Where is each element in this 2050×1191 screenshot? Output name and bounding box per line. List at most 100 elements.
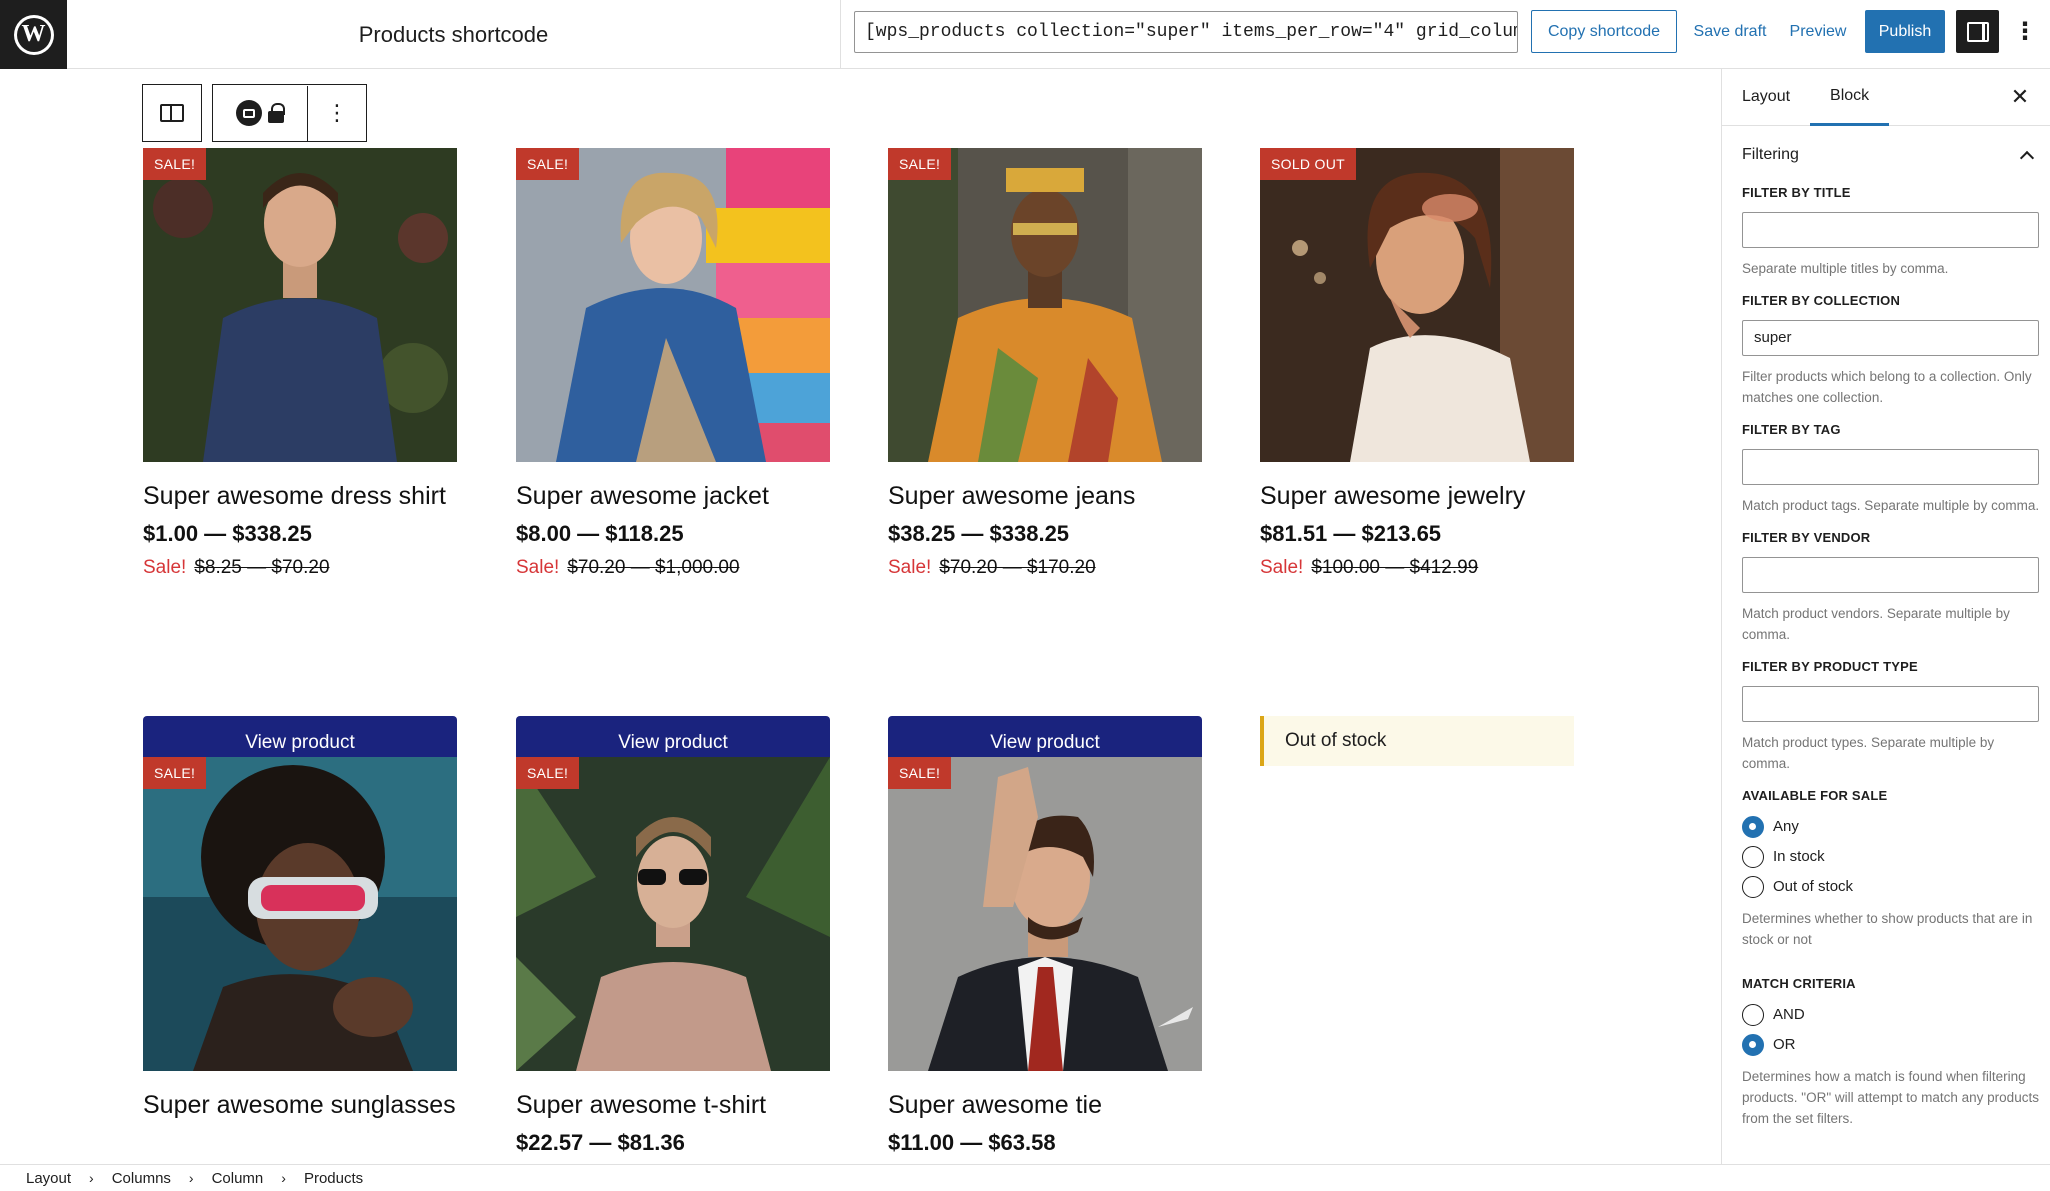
available-for-sale-help: Determines whether to show products that… [1742,911,2033,947]
parent-selector-group [142,84,202,142]
filter-title-help: Separate multiple titles by comma. [1742,261,1949,276]
sale-badge: SALE! [888,148,952,180]
block-toolbar: ⋮ [142,84,367,142]
breadcrumb: Layout › Columns › Column › Products [0,1164,2050,1191]
preview-button[interactable]: Preview [1780,10,1856,53]
settings-toggle-button[interactable] [1956,10,1999,53]
filter-collection-label: FILTER BY COLLECTION [1742,293,1901,308]
product-image[interactable]: SALE! [888,148,1202,462]
original-price: $70.20 — $1,000.00 [567,557,740,578]
sale-price-line: Sale! $100.00 — $412.99 [1260,557,1574,579]
editor-canvas: ⋮ SALE! Super awesome dress shirt $1.00 … [0,69,1721,1164]
sale-label: Sale! [888,557,932,578]
product-price: $22.57 — $81.36 [516,1130,685,1155]
copy-shortcode-button[interactable]: Copy shortcode [1531,10,1677,53]
filtering-panel: FILTER BY TITLE Separate multiple titles… [1722,185,2050,1129]
settings-sidebar: Layout Block ✕ Filtering FILTER BY TITLE… [1721,69,2050,1164]
sidebar-icon [1966,21,1989,42]
product-title[interactable]: Super awesome jeans [888,481,1202,512]
filter-collection-input[interactable]: super [1742,320,2039,356]
product-card: SALE! Super awesome jeans $38.25 — $338.… [888,148,1202,770]
product-title[interactable]: Super awesome dress shirt [143,481,457,512]
filter-tag-label: FILTER BY TAG [1742,422,1841,437]
radio-in-stock[interactable]: In stock [1742,845,2040,868]
breadcrumb-item-products[interactable]: Products [304,1170,363,1187]
filter-collection-help: Filter products which belong to a collec… [1742,369,2032,405]
product-card: SALE! Super awesome jacket $8.00 — $118.… [516,148,830,770]
product-card: SALE! Super awesome dress shirt $1.00 — … [143,148,457,770]
save-draft-button[interactable]: Save draft [1690,10,1770,53]
filter-tag-input[interactable] [1742,449,2039,485]
sale-label: Sale! [1260,557,1304,578]
match-criteria-help: Determines how a match is found when fil… [1742,1069,2039,1126]
block-options-icon[interactable]: ⋮ [308,86,366,141]
sold-out-badge: SOLD OUT [1260,148,1356,180]
close-icon[interactable]: ✕ [2006,83,2034,111]
original-price: $100.00 — $412.99 [1311,557,1479,578]
out-of-stock-notice: Out of stock [1260,716,1574,766]
sale-badge: SALE! [516,148,580,180]
sale-price-line: Sale! $70.20 — $170.20 [888,557,1202,579]
product-price: $81.51 — $213.65 [1260,521,1442,546]
document-title[interactable]: Products shortcode [67,0,841,69]
editor-header: W Products shortcode [wps_products colle… [0,0,2050,69]
product-image[interactable]: SALE! [516,148,830,462]
product-title[interactable]: Super awesome t-shirt [516,1090,830,1121]
panel-title: Filtering [1742,145,1799,163]
product-title[interactable]: Super awesome tie [888,1090,1202,1121]
filter-tag-help: Match product tags. Separate multiple by… [1742,498,2040,513]
radio-any[interactable]: Any [1742,815,2040,838]
filtering-panel-toggle[interactable]: Filtering [1722,126,2050,183]
available-for-sale-label: AVAILABLE FOR SALE [1742,788,1888,803]
product-title[interactable]: Super awesome jacket [516,481,830,512]
product-price: $1.00 — $338.25 [143,521,312,546]
shopping-bag-icon [236,100,262,126]
shortcode-field[interactable]: [wps_products collection="super" items_p… [854,11,1518,53]
sale-badge: SALE! [143,757,207,789]
product-image[interactable]: SALE! [143,757,457,1071]
chevron-right-icon: › [188,1170,194,1186]
product-price: $11.00 — $63.58 [888,1130,1056,1155]
tab-block[interactable]: Block [1810,69,1890,126]
sale-badge: SALE! [888,757,952,789]
filter-title-label: FILTER BY TITLE [1742,185,1851,200]
sale-price-line: Sale! $70.20 — $1,000.00 [516,557,830,579]
breadcrumb-item-columns[interactable]: Columns [112,1170,171,1187]
block-type-button[interactable] [213,86,307,141]
sale-badge: SALE! [143,148,207,180]
product-card: SALE! Super awesome tie $11.00 — $63.58 [888,757,1202,1156]
sale-label: Sale! [143,557,187,578]
block-controls-group: ⋮ [212,84,367,142]
product-price: $38.25 — $338.25 [888,521,1070,546]
product-image[interactable]: SALE! [143,148,457,462]
select-parent-button[interactable] [143,86,201,141]
filter-vendor-input[interactable] [1742,557,2039,593]
original-price: $70.20 — $170.20 [939,557,1096,578]
radio-out-of-stock[interactable]: Out of stock [1742,875,2040,898]
publish-button[interactable]: Publish [1865,10,1945,53]
radio-selected-icon [1742,1033,1764,1056]
filter-type-help: Match product types. Separate multiple b… [1742,735,1995,771]
breadcrumb-item-layout[interactable]: Layout [26,1170,71,1187]
radio-and[interactable]: AND [1742,1003,2040,1026]
product-image[interactable]: SALE! [888,757,1202,1071]
filter-vendor-help: Match product vendors. Separate multiple… [1742,606,2010,642]
filter-type-input[interactable] [1742,686,2039,722]
tab-layout[interactable]: Layout [1722,69,1810,126]
breadcrumb-item-column[interactable]: Column [212,1170,264,1187]
wordpress-logo-button[interactable]: W [0,0,67,69]
filter-type-label: FILTER BY PRODUCT TYPE [1742,659,1918,674]
product-card: SOLD OUT Super awesome jewelry $81.51 — … [1260,148,1574,766]
product-title[interactable]: Super awesome sunglasses [143,1090,457,1121]
radio-or[interactable]: OR [1742,1033,2040,1056]
product-card: SALE! Super awesome sunglasses [143,757,457,1121]
lock-icon [268,103,285,123]
product-title[interactable]: Super awesome jewelry [1260,481,1574,512]
product-image[interactable]: SOLD OUT [1260,148,1574,462]
product-image[interactable]: SALE! [516,757,830,1071]
radio-icon [1742,845,1764,868]
options-menu-icon[interactable]: ⋮ [2010,10,2040,53]
filter-title-input[interactable] [1742,212,2039,248]
radio-selected-icon [1742,815,1764,838]
chevron-right-icon: › [89,1170,94,1186]
